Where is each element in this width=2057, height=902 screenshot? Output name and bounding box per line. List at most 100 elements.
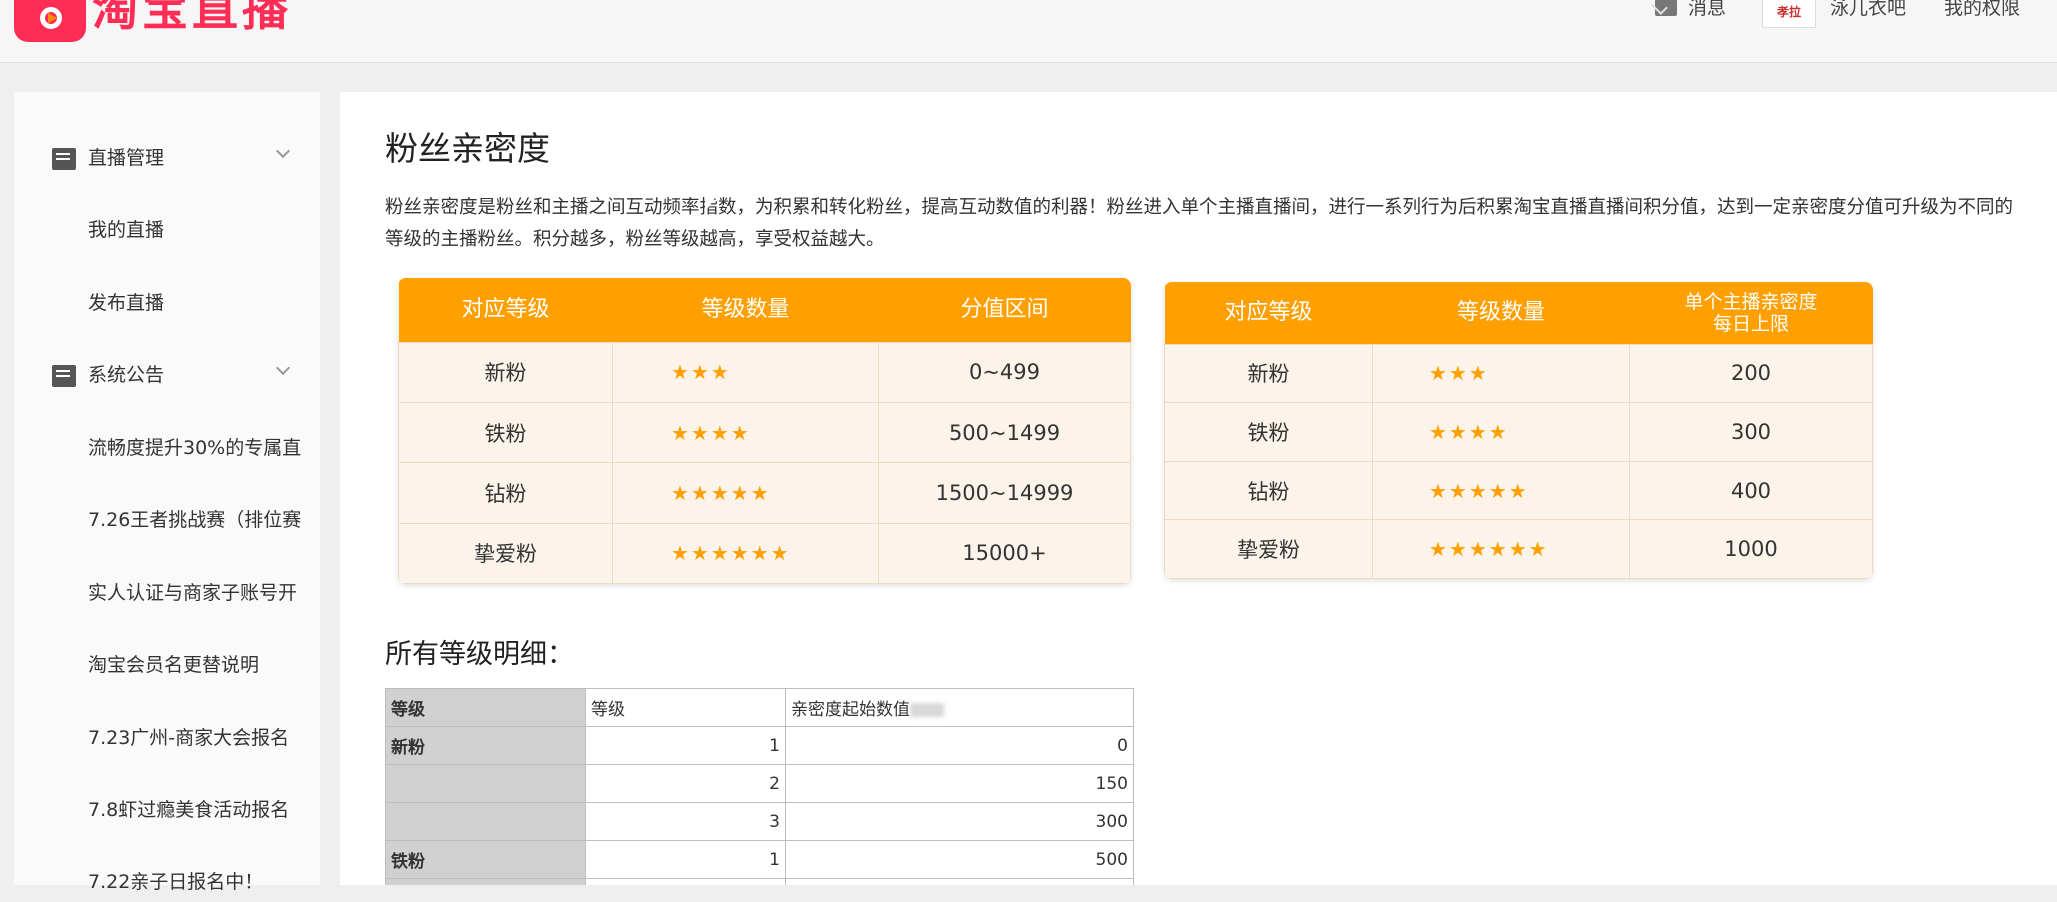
star-rating-icon: ★★★★★ [612, 462, 879, 524]
taobao-live-logo-icon[interactable] [14, 0, 86, 42]
sidebar-item-announcement[interactable]: 7.8虾过瘾美食活动报名 [14, 790, 320, 830]
table-row: 铁粉 1 500 [385, 840, 1145, 879]
sidebar-item-announcement[interactable]: 7.22亲子日报名中！ [14, 862, 320, 902]
table-header: 对应等级 [398, 278, 613, 342]
header-line: 每日上限 [1712, 312, 1789, 335]
daily-limit-value: 400 [1629, 460, 1873, 521]
page-title: 粉丝亲密度 [385, 129, 550, 168]
level-name: 钻粉 [398, 462, 613, 524]
level-name: 新粉 [1164, 343, 1373, 404]
sheet-header-label: 亲密度起始数值 [791, 700, 910, 720]
brand-title[interactable]: 淘宝直播 [92, 0, 292, 32]
star-rating-icon: ★★★★★★ [1372, 519, 1630, 579]
top-bar: 淘宝直播 消息 孝拉 泳儿衣吧 我的权限 [0, 0, 2057, 63]
blurred-text [910, 703, 944, 717]
sidebar-item-label: 直播管理 [88, 147, 165, 169]
sidebar-item-label: 流畅度提升30%的专属直 [88, 437, 302, 459]
score-range: 1500~14999 [878, 462, 1131, 524]
score-range: 500~1499 [878, 401, 1131, 464]
score-range: 15000+ [878, 522, 1131, 584]
document-icon [52, 365, 76, 387]
table-row: 新粉 1 0 [385, 726, 1145, 765]
sidebar-item-my-live[interactable]: 我的直播 [14, 210, 320, 250]
table-header: 分值区间 [878, 278, 1131, 342]
sidebar-item-label: 我的直播 [88, 219, 165, 241]
sheet-level-name [385, 802, 586, 841]
star-rating-icon: ★★★★ [1372, 402, 1630, 462]
sidebar-group-announcements[interactable]: 系统公告 [14, 355, 320, 395]
sheet-level-name: 铁粉 [385, 840, 586, 879]
sheet-header: 等级 [585, 688, 786, 727]
sidebar-item-label: 淘宝会员名更替说明 [88, 654, 260, 676]
star-rating-icon: ★★★ [1372, 343, 1630, 404]
shop-name[interactable]: 泳儿衣吧 [1830, 0, 1906, 20]
fan-level-score-table: 对应等级 等级数量 分值区间 新粉 ★★★ 0~499 铁粉 ★★★★ 500~… [398, 278, 1131, 584]
sidebar-item-announcement[interactable]: 淘宝会员名更替说明 [14, 645, 320, 685]
sidebar-item-label: 7.23广州-商家大会报名 [88, 727, 290, 749]
table-row: 挚爱粉 ★★★★★★ 1000 [1164, 519, 1873, 579]
star-rating-icon: ★★★★★ [1372, 460, 1630, 521]
mouse-cursor-icon [705, 190, 715, 212]
sidebar-item-label: 实人认证与商家子账号开 [88, 582, 298, 604]
daily-limit-value: 1000 [1629, 519, 1873, 579]
table-header: 等级数量 [1372, 282, 1630, 344]
sidebar-item-label: 7.8虾过瘾美食活动报名 [88, 799, 290, 821]
sidebar-group-live-management[interactable]: 直播管理 [14, 138, 320, 178]
table-header-daily-limit: 单个主播亲密度 每日上限 [1629, 282, 1873, 344]
daily-limit-table: 对应等级 等级数量 单个主播亲密度 每日上限 新粉 ★★★ 200 铁粉 ★★★… [1164, 282, 1873, 579]
sheet-start-value: 0 [785, 726, 1134, 765]
level-name: 新粉 [398, 341, 613, 403]
sheet-level-name [385, 764, 586, 803]
sidebar-item-label: 发布直播 [88, 292, 165, 314]
permissions-link[interactable]: 我的权限 [1944, 0, 2020, 20]
level-name: 钻粉 [1164, 460, 1373, 521]
star-rating-icon: ★★★ [612, 341, 879, 403]
chevron-down-icon[interactable] [275, 360, 291, 376]
table-row: 新粉 ★★★ 200 [1164, 343, 1873, 404]
level-name: 铁粉 [1164, 402, 1373, 462]
level-detail-heading: 所有等级明细： [385, 639, 574, 670]
sheet-start-value: 300 [785, 802, 1134, 841]
sidebar-item-announcement[interactable]: 7.26王者挑战赛（排位赛 [14, 500, 320, 540]
sidebar-item-announcement[interactable]: 实人认证与商家子账号开 [14, 573, 320, 613]
sheet-level: 1 [585, 840, 786, 879]
sheet-start-value: 150 [785, 764, 1134, 803]
daily-limit-value: 200 [1629, 343, 1873, 404]
description-text: 粉丝亲密度是粉丝和主播之间互动频率指数，为积累和转化粉丝，提高互动数值的利器！粉… [385, 197, 2014, 250]
table-row: 3 300 [385, 802, 1145, 841]
level-detail-sheet: 等级 等级 亲密度起始数值 新粉 1 0 2 150 3 300 铁粉 1 50… [385, 688, 1517, 885]
document-icon [52, 148, 76, 170]
star-rating-icon: ★★★★ [612, 401, 879, 464]
table-row: 2 150 [385, 764, 1145, 803]
chevron-down-icon[interactable] [275, 143, 291, 159]
level-name: 挚爱粉 [398, 522, 613, 584]
mail-icon[interactable] [1655, 0, 1677, 16]
score-range: 0~499 [878, 341, 1131, 403]
sheet-level: 2 [585, 764, 786, 803]
table-row: 铁粉 ★★★★ 300 [1164, 402, 1873, 462]
sidebar-item-label: 7.22亲子日报名中！ [88, 871, 264, 893]
sidebar-item-announcement[interactable]: 7.23广州-商家大会报名 [14, 718, 320, 758]
level-name: 铁粉 [398, 401, 613, 464]
avatar[interactable]: 孝拉 [1762, 0, 1816, 28]
sheet-header: 等级 [385, 688, 586, 727]
table-row: 钻粉 ★★★★★ 400 [1164, 460, 1873, 521]
star-rating-icon: ★★★★★★ [612, 522, 879, 584]
table-row: 挚爱粉 ★★★★★★ 15000+ [398, 522, 1131, 584]
sheet-header-start-value: 亲密度起始数值 [785, 688, 1134, 727]
header-line: 单个主播亲密度 [1684, 290, 1818, 313]
table-row: 铁粉 ★★★★ 500~1499 [398, 401, 1131, 464]
sheet-start-value: 500 [785, 840, 1134, 879]
table-header: 等级数量 [612, 278, 879, 342]
sidebar-item-announcement[interactable]: 流畅度提升30%的专属直 [14, 428, 320, 468]
table-row [385, 878, 1145, 885]
sidebar-item-label: 7.26王者挑战赛（排位赛 [88, 509, 302, 531]
sidebar-item-label: 系统公告 [88, 364, 165, 386]
table-header: 对应等级 [1164, 282, 1373, 344]
table-row: 钻粉 ★★★★★ 1500~14999 [398, 462, 1131, 524]
sidebar-item-publish-live[interactable]: 发布直播 [14, 283, 320, 323]
sheet-level-name: 新粉 [385, 726, 586, 765]
messages-link[interactable]: 消息 [1688, 0, 1726, 20]
level-name: 挚爱粉 [1164, 519, 1373, 579]
table-row: 新粉 ★★★ 0~499 [398, 341, 1131, 403]
